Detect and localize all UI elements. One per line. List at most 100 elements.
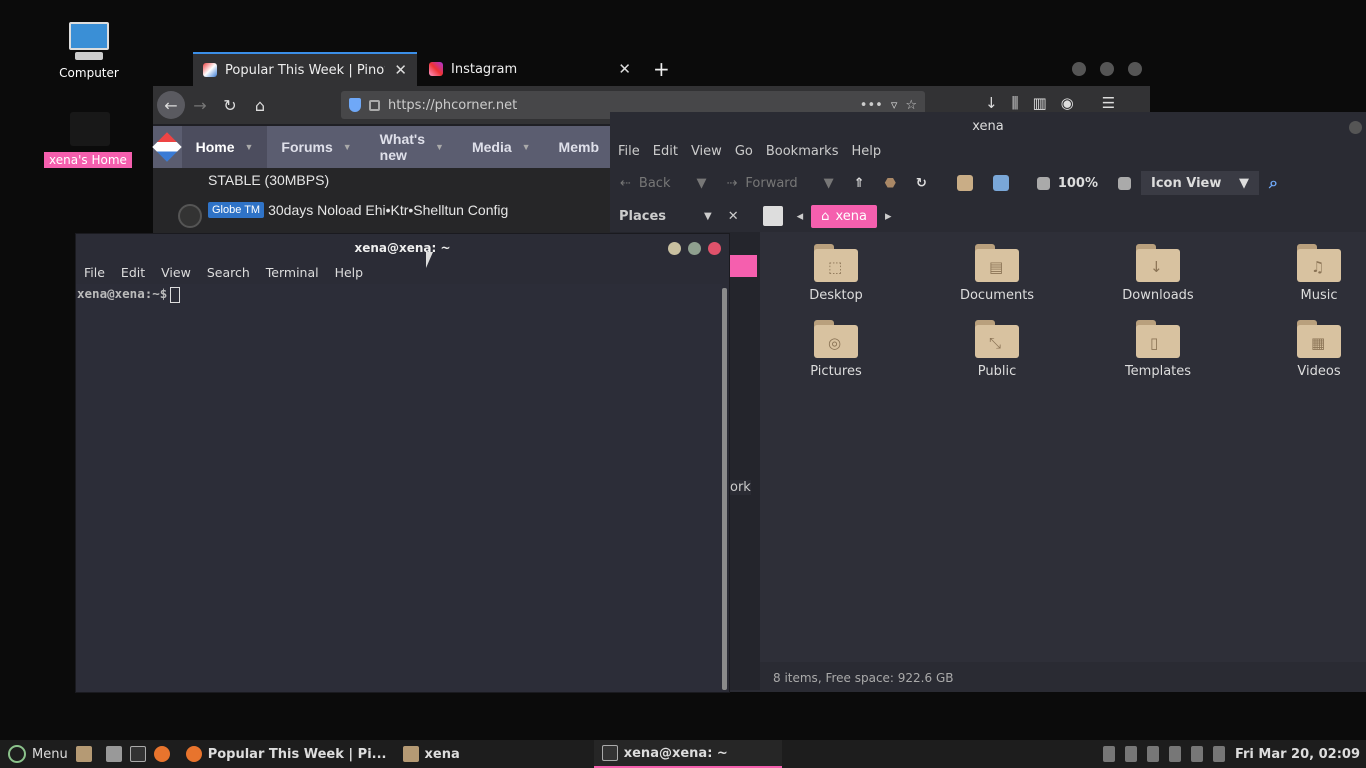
file-view[interactable]: ⬚ Desktop ▤ Documents ↓ Downloads ♫ Musi…	[760, 232, 1366, 662]
site-nav-whats-new[interactable]: What's new ▼	[366, 126, 458, 168]
site-nav-forums[interactable]: Forums ▼	[267, 126, 365, 168]
home-button[interactable]	[947, 175, 983, 191]
zoom-in-button[interactable]	[1108, 176, 1141, 190]
menu-bookmarks[interactable]: Bookmarks	[766, 144, 852, 159]
up-button[interactable]: ⇑	[844, 176, 875, 191]
view-mode-select[interactable]: Icon View ▼	[1141, 171, 1259, 195]
menu-edit[interactable]: Edit	[113, 262, 153, 284]
search-button[interactable]: ⌕	[1259, 173, 1288, 193]
files-launcher-icon[interactable]	[75, 746, 92, 762]
close-tab-icon[interactable]: ✕	[394, 61, 407, 79]
task-file-manager[interactable]: xena	[395, 740, 468, 768]
crumb-left-icon[interactable]: ◂	[797, 209, 804, 224]
home-desktop-icon[interactable]: xena's Home	[43, 106, 133, 168]
site-nav-members[interactable]: Memb	[545, 126, 613, 168]
zoom-out-button[interactable]: 100%	[1027, 176, 1108, 191]
downloads-icon[interactable]: ↓	[985, 94, 998, 112]
account-icon[interactable]: ◉	[1061, 94, 1074, 112]
home-button[interactable]: ⌂	[245, 90, 275, 120]
scrollbar[interactable]	[722, 288, 727, 690]
menu-help[interactable]: Help	[327, 262, 372, 284]
back-button[interactable]: ⇠ Back ▼	[610, 176, 716, 191]
close-pane-icon[interactable]: ✕	[728, 209, 739, 224]
hamburger-menu-icon[interactable]: ☰	[1102, 94, 1115, 112]
zoom-in-icon	[1118, 176, 1131, 190]
tab-popular[interactable]: Popular This Week | Pinoy I ✕	[193, 52, 417, 86]
forward-button[interactable]: →	[185, 90, 215, 120]
system-tray: Fri Mar 20, 02:09	[1102, 746, 1366, 762]
site-nav-media[interactable]: Media ▼	[458, 126, 545, 168]
menu-bar: File Edit View Search Terminal Help	[76, 262, 729, 284]
close-button[interactable]	[708, 242, 721, 255]
forward-arrow-icon: ⇢	[726, 175, 738, 191]
page-actions-icon[interactable]: •••	[860, 98, 883, 113]
stop-button[interactable]: ⬣	[875, 176, 906, 191]
site-logo[interactable]	[152, 126, 182, 168]
thread-title[interactable]: STABLE (30MBPS)	[208, 172, 329, 188]
battery-icon[interactable]	[1124, 746, 1137, 762]
folder-desktop[interactable]: ⬚ Desktop	[776, 244, 896, 303]
bluetooth-icon[interactable]	[1146, 746, 1159, 762]
menu-view[interactable]: View	[691, 144, 735, 159]
background-highlight	[730, 255, 757, 277]
firefox-launcher-icon[interactable]	[153, 746, 170, 762]
new-tab-button[interactable]: +	[643, 52, 680, 86]
start-menu-button[interactable]: Menu	[0, 740, 76, 768]
computer-button[interactable]	[983, 175, 1019, 191]
folder-templates[interactable]: ▯ Templates	[1098, 320, 1218, 379]
maximize-button[interactable]	[1100, 62, 1114, 76]
places-dropdown-icon[interactable]: ▼	[704, 211, 712, 222]
menu-help[interactable]: Help	[851, 144, 894, 159]
folder-documents[interactable]: ▤ Documents	[937, 244, 1057, 303]
library-icon[interactable]: ⫼	[1012, 94, 1019, 112]
folder-downloads[interactable]: ↓ Downloads	[1098, 244, 1218, 303]
forward-button[interactable]: ⇢ Forward ▼	[716, 176, 843, 191]
background-text-fragment: ork	[730, 480, 751, 495]
reload-button[interactable]: ↻	[906, 176, 937, 191]
places-label[interactable]: Places	[610, 209, 666, 224]
menu-file[interactable]: File	[618, 144, 653, 159]
edit-location-icon[interactable]	[762, 206, 783, 226]
network-signal-icon[interactable]	[1190, 746, 1203, 762]
shield-icon[interactable]	[1168, 746, 1181, 762]
clock[interactable]: Fri Mar 20, 02:09	[1235, 747, 1360, 762]
menu-file[interactable]: File	[76, 262, 113, 284]
warning-icon[interactable]	[1212, 746, 1225, 762]
home-folder-icon: ⌂	[821, 208, 830, 224]
close-tab-icon[interactable]: ✕	[618, 60, 631, 78]
thread-title[interactable]: 30days Noload Ehi•Ktr•Shelltun Config	[268, 202, 508, 218]
minimize-button[interactable]	[1072, 62, 1086, 76]
folder-public[interactable]: ⤡ Public	[937, 320, 1057, 379]
close-button[interactable]	[1349, 121, 1362, 134]
pocket-icon[interactable]: ▿	[891, 98, 898, 113]
menu-go[interactable]: Go	[735, 144, 766, 159]
terminal-launcher-icon[interactable]	[129, 746, 146, 762]
prefix-badge[interactable]: Globe TM	[208, 202, 265, 218]
tab-instagram[interactable]: Instagram ✕	[419, 52, 641, 86]
back-button[interactable]: ←	[157, 91, 185, 119]
folder-videos[interactable]: ▦ Videos	[1259, 320, 1366, 379]
reload-button[interactable]: ↻	[215, 90, 245, 120]
menu-search[interactable]: Search	[199, 262, 258, 284]
text-editor-launcher-icon[interactable]	[105, 746, 122, 762]
menu-edit[interactable]: Edit	[653, 144, 691, 159]
menu-terminal[interactable]: Terminal	[258, 262, 327, 284]
folder-music[interactable]: ♫ Music	[1259, 244, 1366, 303]
avatar[interactable]	[178, 204, 202, 228]
home-folder-icon	[956, 175, 973, 191]
crumb-right-icon[interactable]: ▸	[885, 209, 892, 224]
task-browser[interactable]: Popular This Week | Pi...	[178, 740, 395, 768]
site-nav-home[interactable]: Home ▼	[181, 126, 268, 168]
menu-view[interactable]: View	[153, 262, 199, 284]
folder-pictures[interactable]: ◎ Pictures	[776, 320, 896, 379]
close-button[interactable]	[1128, 62, 1142, 76]
task-terminal[interactable]: xena@xena: ~	[593, 740, 782, 768]
minimize-button[interactable]	[668, 242, 681, 255]
sidebar-icon[interactable]: ▥	[1032, 94, 1046, 112]
volume-icon[interactable]	[1102, 746, 1115, 762]
breadcrumb-xena[interactable]: ⌂ xena	[811, 204, 877, 228]
terminal-output[interactable]: xena@xena:~$	[76, 284, 722, 692]
computer-desktop-icon[interactable]: Computer	[44, 20, 134, 80]
maximize-button[interactable]	[688, 242, 701, 255]
bookmark-star-icon[interactable]: ☆	[905, 98, 917, 113]
